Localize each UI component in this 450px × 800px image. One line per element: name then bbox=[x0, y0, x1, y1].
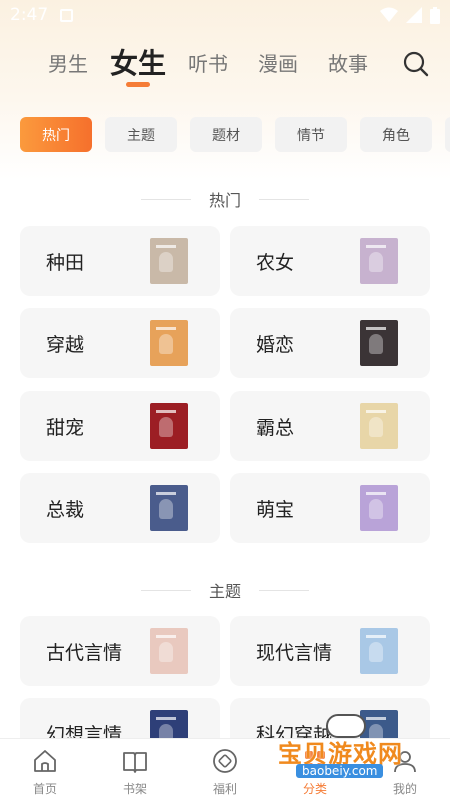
book-cover bbox=[150, 320, 188, 366]
nav-label: 福利 bbox=[212, 782, 237, 796]
section-title-theme: 主题 bbox=[0, 578, 450, 602]
category-card[interactable]: 萌宝 bbox=[230, 473, 430, 543]
search-icon[interactable] bbox=[402, 50, 430, 78]
nav-label: 首页 bbox=[32, 782, 57, 796]
chip-theme[interactable]: 主题 bbox=[105, 117, 177, 152]
home-icon bbox=[34, 750, 56, 772]
book-cover bbox=[360, 403, 398, 449]
book-cover bbox=[150, 403, 188, 449]
category-card[interactable]: 甜宠 bbox=[20, 391, 220, 461]
book-cover bbox=[360, 238, 398, 284]
divider bbox=[259, 589, 309, 591]
chip-overflow[interactable] bbox=[445, 117, 450, 152]
category-card[interactable]: 霸总 bbox=[230, 391, 430, 461]
divider bbox=[259, 198, 309, 200]
category-label: 农女 bbox=[256, 251, 295, 274]
category-label: 霸总 bbox=[256, 416, 295, 439]
top-tabs: 男生 女生 听书 漫画 故事 bbox=[0, 40, 450, 90]
nav-bookshelf[interactable]: 书架 bbox=[90, 739, 180, 800]
welfare-icon bbox=[213, 749, 237, 773]
book-cover bbox=[360, 485, 398, 531]
chip-character[interactable]: 角色 bbox=[360, 117, 432, 152]
nav-welfare[interactable]: 福利 bbox=[180, 739, 270, 800]
chip-genre[interactable]: 题材 bbox=[190, 117, 262, 152]
chip-plot[interactable]: 情节 bbox=[275, 117, 347, 152]
nav-label: 我的 bbox=[392, 782, 417, 796]
battery-icon bbox=[430, 6, 440, 24]
section-title-hot: 热门 bbox=[0, 187, 450, 211]
tab-audiobook[interactable]: 听书 bbox=[188, 48, 228, 77]
book-cover bbox=[360, 320, 398, 366]
divider bbox=[140, 589, 191, 591]
active-tab-indicator bbox=[126, 82, 150, 87]
tab-female[interactable]: 女生 bbox=[110, 42, 166, 82]
chip-hot[interactable]: 热门 bbox=[20, 117, 92, 152]
section-title-text: 热门 bbox=[208, 191, 241, 210]
category-card[interactable]: 总裁 bbox=[20, 473, 220, 543]
notification-icon bbox=[60, 8, 74, 22]
category-card[interactable]: 穿越 bbox=[20, 308, 220, 378]
book-cover bbox=[360, 628, 398, 674]
category-label: 种田 bbox=[46, 251, 85, 274]
watermark-url: baobeiy.com bbox=[296, 764, 384, 778]
tab-comics[interactable]: 漫画 bbox=[258, 48, 298, 77]
category-card[interactable]: 古代言情 bbox=[20, 616, 220, 686]
nav-label: 书架 bbox=[122, 782, 147, 796]
category-label: 穿越 bbox=[46, 333, 85, 356]
divider bbox=[140, 198, 191, 200]
book-cover bbox=[150, 485, 188, 531]
category-label: 甜宠 bbox=[46, 416, 85, 439]
category-label: 古代言情 bbox=[46, 641, 123, 664]
category-label: 现代言情 bbox=[256, 641, 333, 664]
category-label: 婚恋 bbox=[256, 333, 295, 356]
book-cover bbox=[150, 628, 188, 674]
bookshelf-icon bbox=[123, 752, 147, 773]
tab-stories[interactable]: 故事 bbox=[328, 48, 368, 77]
category-card[interactable]: 现代言情 bbox=[230, 616, 430, 686]
status-time: 2:47 bbox=[10, 5, 49, 25]
nav-label: 分类 bbox=[302, 782, 327, 796]
site-watermark: 宝贝游戏网 baobeiy.com bbox=[272, 712, 422, 782]
category-card[interactable]: 婚恋 bbox=[230, 308, 430, 378]
tab-male[interactable]: 男生 bbox=[48, 48, 88, 77]
category-card[interactable]: 农女 bbox=[230, 226, 430, 296]
section-title-text: 主题 bbox=[208, 582, 241, 601]
wifi-icon bbox=[380, 7, 398, 22]
category-card[interactable]: 种田 bbox=[20, 226, 220, 296]
book-cover bbox=[150, 238, 188, 284]
category-label: 总裁 bbox=[46, 498, 85, 521]
category-label: 萌宝 bbox=[256, 498, 295, 521]
signal-icon bbox=[406, 7, 422, 23]
nav-home[interactable]: 首页 bbox=[0, 739, 90, 800]
filter-chip-bar: 热门 主题 题材 情节 角色 bbox=[0, 117, 450, 153]
status-bar: 2:47 bbox=[0, 0, 450, 30]
